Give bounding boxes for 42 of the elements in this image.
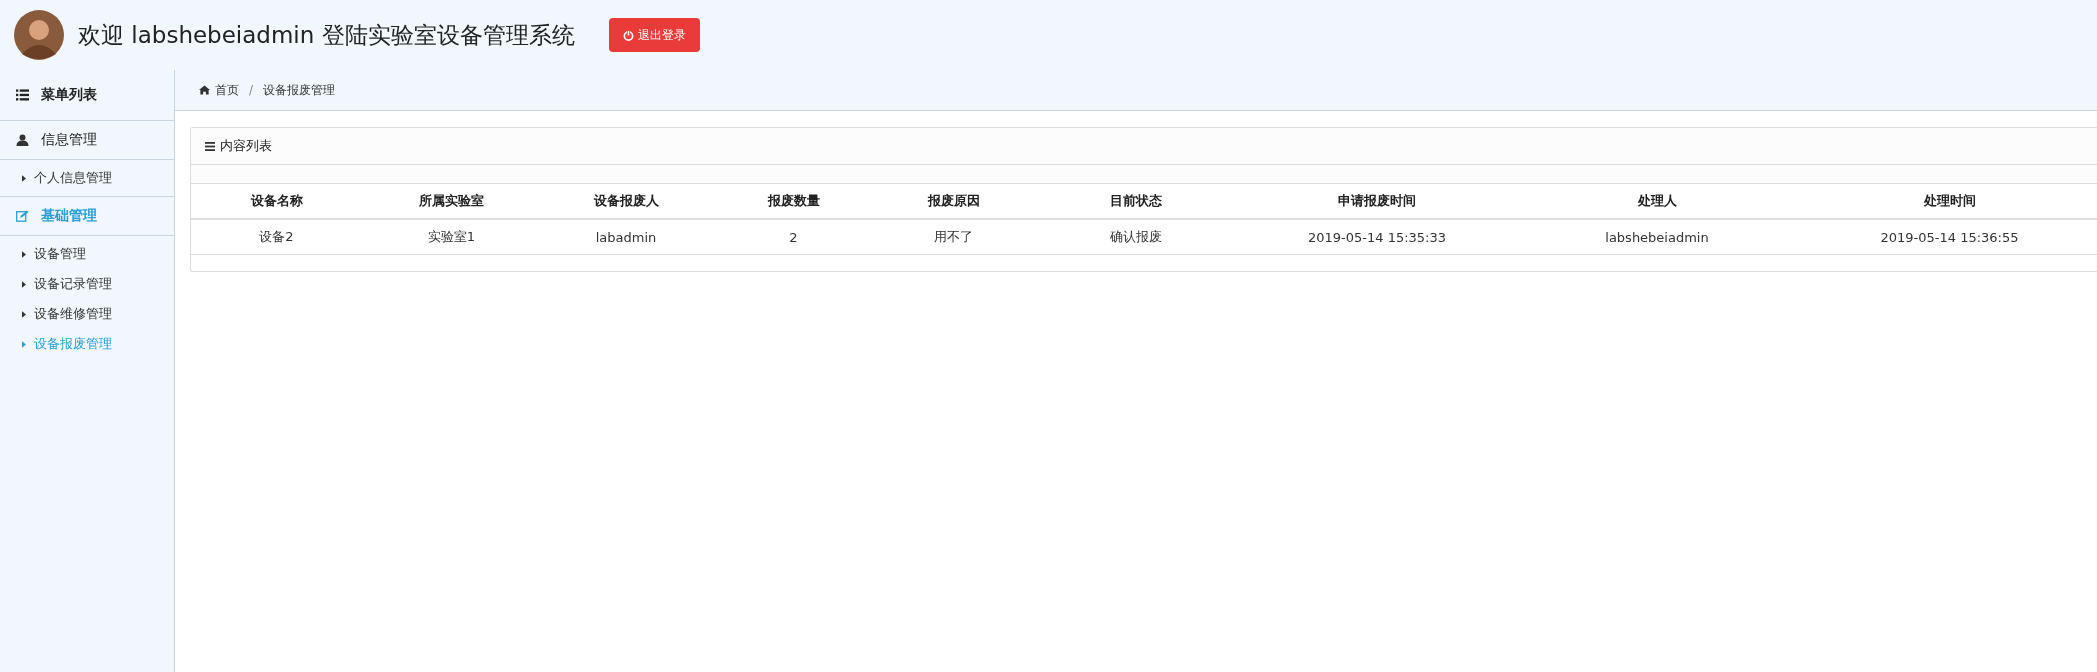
breadcrumb-separator: / [249, 83, 254, 97]
column-header: 设备报废人 [592, 192, 660, 210]
sidebar-item[interactable]: 设备维修管理 [0, 299, 174, 329]
breadcrumb-link[interactable]: 设备报废管理 [263, 81, 336, 99]
table-cell-text: 2 [788, 228, 799, 247]
column-header: 申请报废时间 [1337, 192, 1417, 210]
column-header: 报废数量 [766, 192, 821, 210]
list-icon [16, 89, 29, 101]
table-cell-text: 用不了 [933, 228, 974, 246]
column-header: 处理时间 [1922, 192, 1977, 210]
caret-icon [22, 174, 26, 182]
sidebar-item[interactable]: 设备记录管理 [0, 269, 174, 299]
logout-button[interactable]: 退出登录 [608, 18, 700, 52]
table-cell-text: 确认报废 [1109, 228, 1163, 246]
column-header: 报废原因 [926, 192, 981, 210]
user-icon [16, 134, 29, 146]
panel-title: 内容列表 [220, 137, 272, 155]
sidebar-item[interactable]: 个人信息管理 [0, 163, 174, 193]
sidebar-section[interactable]: 信息管理 [0, 121, 174, 160]
column-header: 所属实验室 [418, 192, 485, 210]
sidebar-item[interactable]: 设备管理 [0, 239, 174, 269]
table-cell-text: 2019-05-14 15:35:33 [1306, 228, 1448, 247]
table-cell-text: 2019-05-14 15:36:55 [1879, 228, 2020, 247]
home-icon [199, 85, 210, 95]
caret-icon [22, 250, 26, 258]
caret-icon [22, 310, 26, 318]
edit-icon [16, 210, 29, 222]
column-header: 目前状态 [1109, 192, 1163, 210]
page-title: 欢迎 labshebeiadmin 登陆实验室设备管理系统 [78, 20, 575, 50]
table-cell-text: 设备2 [258, 228, 295, 246]
column-header: 处理人 [1636, 192, 1678, 210]
caret-icon [22, 340, 26, 348]
breadcrumb-link[interactable]: 首页 [199, 81, 239, 99]
table-cell-text: labshebeiadmin [1604, 228, 1710, 247]
sidebar-title: 菜单列表 [41, 86, 97, 104]
avatar-icon [14, 10, 64, 60]
caret-icon [22, 280, 26, 288]
menu-icon [205, 141, 215, 151]
power-icon [622, 29, 634, 41]
table-cell-text: labadmin [594, 228, 658, 247]
column-header: 设备名称 [249, 192, 304, 210]
table-cell-text: 实验室1 [426, 228, 477, 246]
